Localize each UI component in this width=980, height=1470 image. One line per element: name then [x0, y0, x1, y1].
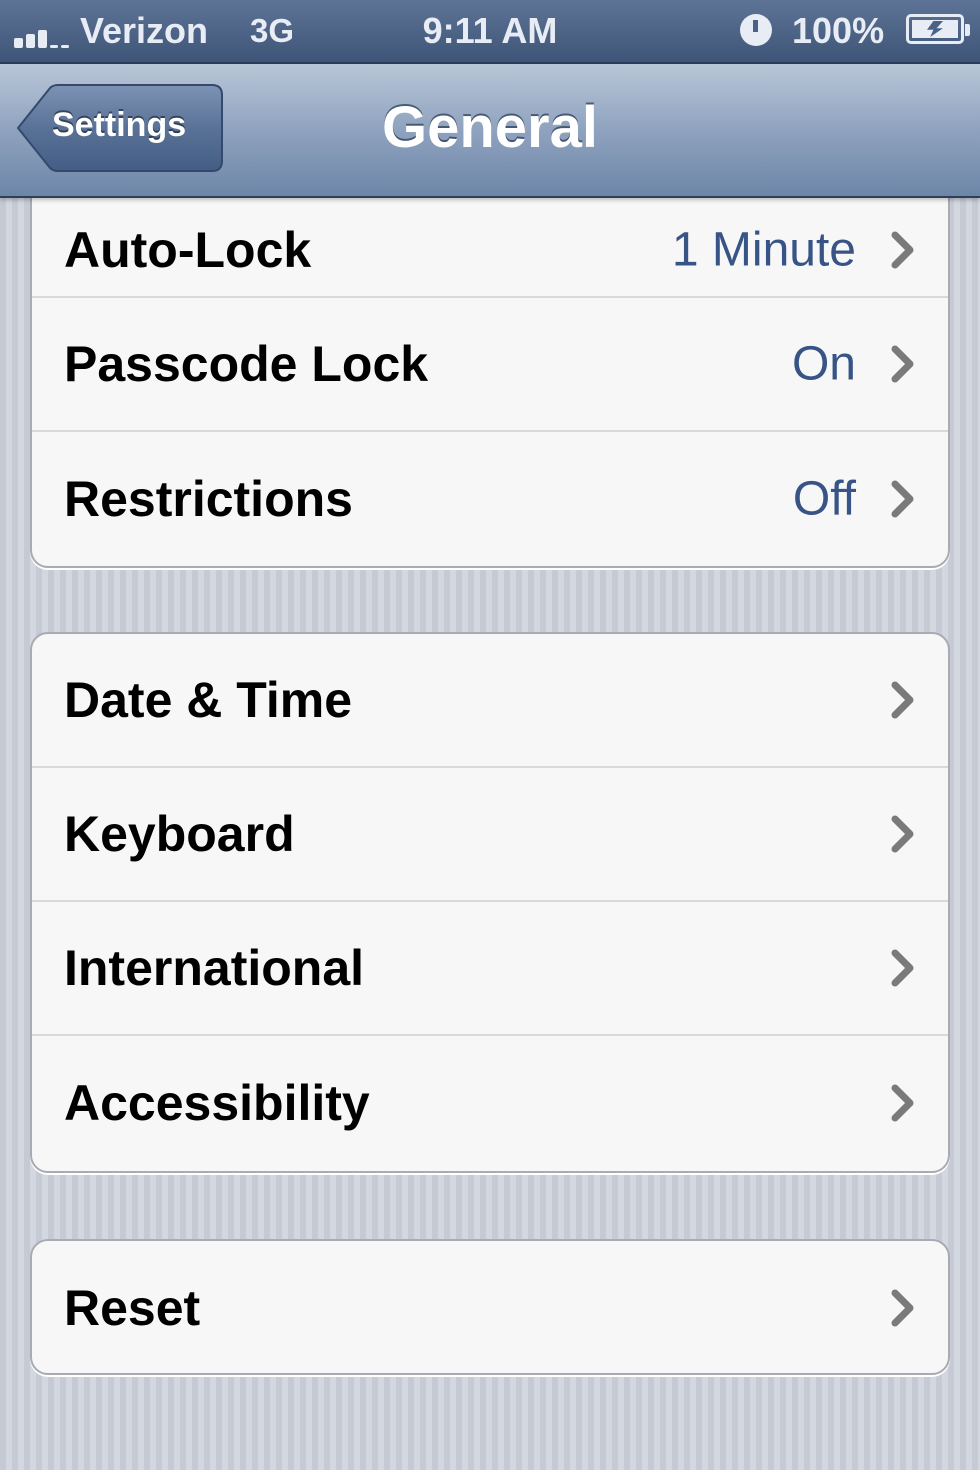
chevron-right-icon [891, 949, 914, 987]
row-label: Reset [64, 1280, 201, 1336]
row-label: Auto-Lock [64, 222, 312, 279]
row-label: International [64, 940, 365, 996]
row-keyboard[interactable]: Keyboard [32, 768, 948, 902]
chevron-right-icon [891, 480, 914, 518]
row-label: Date & Time [64, 672, 353, 728]
settings-group-reset: Reset [30, 1239, 950, 1375]
row-restrictions[interactable]: Restrictions Off [32, 432, 948, 566]
row-passcode-lock[interactable]: Passcode Lock On [32, 298, 948, 432]
chevron-right-icon [891, 345, 914, 383]
row-label: Accessibility [64, 1075, 370, 1131]
row-value: On [791, 337, 856, 391]
row-label: Restrictions [64, 471, 353, 527]
row-label: Passcode Lock [64, 336, 429, 392]
row-date-time[interactable]: Date & Time [32, 634, 948, 768]
settings-group-system: Date & Time Keyboard International Acces… [30, 632, 950, 1173]
page-title: General [382, 95, 598, 160]
chevron-right-icon [891, 231, 914, 269]
row-value: Off [792, 472, 856, 526]
chevron-right-icon [891, 681, 914, 719]
navigation-bar: Settings General [0, 64, 980, 198]
settings-group-security: Auto-Lock 1 Minute Passcode Lock On Rest… [30, 160, 950, 568]
row-value: 1 Minute [671, 223, 856, 277]
row-international[interactable]: International [32, 902, 948, 1036]
chevron-right-icon [891, 1289, 914, 1327]
battery-charging-icon [906, 14, 970, 44]
status-bar: Verizon 3G 9:11 AM 100% [0, 0, 980, 64]
chevron-right-icon [891, 1084, 914, 1122]
orientation-lock-icon [740, 14, 772, 46]
chevron-right-icon [891, 815, 914, 853]
row-reset[interactable]: Reset [32, 1241, 948, 1373]
row-label: Keyboard [64, 806, 295, 862]
battery-percent: 100% [792, 10, 885, 51]
row-accessibility[interactable]: Accessibility [32, 1036, 948, 1170]
